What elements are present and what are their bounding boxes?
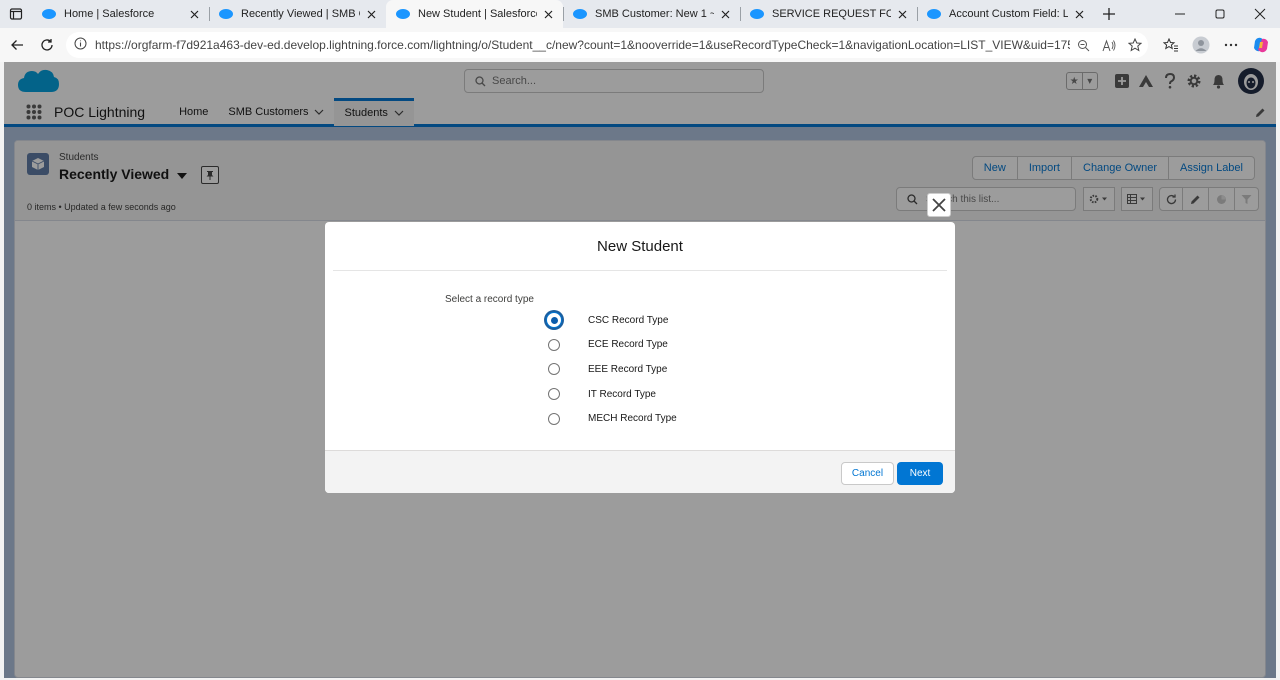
- new-record-modal: New Student Select a record type CSC Rec…: [325, 222, 955, 493]
- salesforce-favicon-icon: [750, 9, 764, 19]
- radio-selected[interactable]: [546, 312, 562, 329]
- close-window-icon[interactable]: [1240, 0, 1280, 28]
- next-button[interactable]: Next: [897, 462, 943, 485]
- back-icon[interactable]: [2, 30, 32, 60]
- close-tab-icon[interactable]: [187, 7, 201, 21]
- refresh-icon[interactable]: [32, 30, 62, 60]
- record-type-option-mech[interactable]: MECH Record Type: [545, 406, 677, 431]
- tab-title: SERVICE REQUEST FORM: NE: [772, 8, 891, 20]
- tab-title: Home | Salesforce: [64, 8, 155, 20]
- copilot-icon[interactable]: [1246, 31, 1276, 59]
- maximize-icon[interactable]: [1200, 0, 1240, 28]
- browser-tab[interactable]: Recently Viewed | SMB Custo: [209, 0, 386, 28]
- salesforce-favicon-icon: [42, 9, 56, 19]
- close-tab-icon[interactable]: [1072, 7, 1086, 21]
- radio-button[interactable]: [548, 338, 560, 351]
- record-type-option-csc[interactable]: CSC Record Type: [545, 308, 677, 333]
- window-controls: [1160, 0, 1280, 28]
- profile-icon[interactable]: [1186, 31, 1216, 59]
- salesforce-favicon-icon: [219, 9, 233, 19]
- salesforce-favicon-icon: [573, 9, 587, 19]
- record-type-option-it[interactable]: IT Record Type: [545, 382, 677, 407]
- browser-tab[interactable]: Home | Salesforce: [32, 0, 209, 28]
- radio-button[interactable]: [548, 388, 560, 401]
- record-type-option-label: EEE Record Type: [588, 363, 668, 375]
- browser-tab[interactable]: SERVICE REQUEST FORM: NE: [740, 0, 917, 28]
- salesforce-favicon-icon: [927, 9, 941, 19]
- site-info-icon[interactable]: [74, 37, 87, 53]
- record-type-option-eee[interactable]: EEE Record Type: [545, 357, 677, 382]
- record-type-label: Select a record type: [445, 294, 534, 305]
- url-field[interactable]: https://orgfarm-f7d921a463-dev-ed.develo…: [66, 32, 1148, 58]
- record-type-option-ece[interactable]: ECE Record Type: [545, 333, 677, 358]
- zoom-icon[interactable]: [1070, 39, 1096, 52]
- read-aloud-icon[interactable]: [1096, 38, 1122, 52]
- browser-tab-strip: Home | Salesforce Recently Viewed | SMB …: [0, 0, 1280, 28]
- browser-tab-active[interactable]: New Student | Salesforce: [386, 0, 563, 28]
- tab-title: New Student | Salesforce: [418, 8, 537, 20]
- tab-title: Recently Viewed | SMB Custo: [241, 8, 360, 20]
- browser-tab[interactable]: Account Custom Field: LEAD: [917, 0, 1094, 28]
- close-tab-icon[interactable]: [895, 7, 909, 21]
- close-tab-icon[interactable]: [718, 7, 732, 21]
- browser-toolbar-right: [1156, 31, 1276, 59]
- record-type-option-label: ECE Record Type: [588, 339, 668, 351]
- radio-button[interactable]: [548, 412, 560, 425]
- minimize-icon[interactable]: [1160, 0, 1200, 28]
- browser-address-bar: https://orgfarm-f7d921a463-dev-ed.develo…: [0, 28, 1280, 62]
- browser-tab[interactable]: SMB Customer: New 1 ~ Sale: [563, 0, 740, 28]
- record-type-option-label: IT Record Type: [588, 388, 656, 400]
- favorites-icon[interactable]: [1156, 31, 1186, 59]
- record-type-option-label: CSC Record Type: [588, 314, 669, 326]
- radio-button[interactable]: [548, 363, 560, 376]
- modal-title: New Student: [333, 222, 947, 271]
- tab-actions-icon[interactable]: [0, 0, 32, 28]
- new-tab-icon[interactable]: [1094, 0, 1124, 28]
- close-tab-icon[interactable]: [541, 7, 555, 21]
- close-tab-icon[interactable]: [364, 7, 378, 21]
- record-type-option-label: MECH Record Type: [588, 413, 677, 425]
- tab-title: SMB Customer: New 1 ~ Sale: [595, 8, 714, 20]
- salesforce-favicon-icon: [396, 9, 410, 19]
- favorite-star-icon[interactable]: [1122, 38, 1148, 52]
- url-text: https://orgfarm-f7d921a463-dev-ed.develo…: [95, 38, 1070, 52]
- cancel-button[interactable]: Cancel: [841, 462, 894, 485]
- close-icon: [932, 198, 946, 212]
- close-modal-button[interactable]: [927, 193, 951, 217]
- record-type-radio-group: CSC Record Type ECE Record Type EEE Reco…: [545, 308, 677, 431]
- modal-footer: Cancel Next: [325, 450, 955, 493]
- tab-title: Account Custom Field: LEAD: [949, 8, 1068, 20]
- more-options-icon[interactable]: [1216, 31, 1246, 59]
